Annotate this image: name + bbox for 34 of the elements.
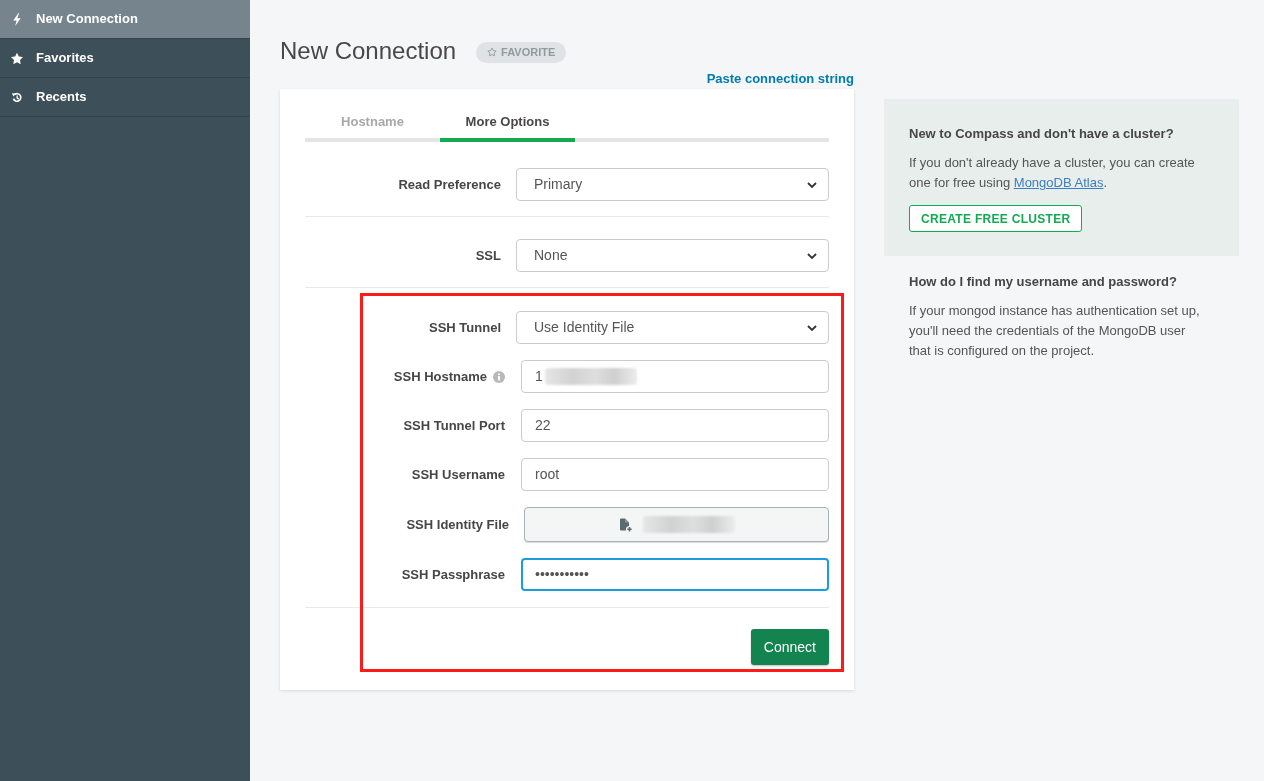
bolt-icon <box>11 12 23 26</box>
password-field[interactable]: ••••••••••• <box>521 558 829 591</box>
input-field[interactable]: 22 <box>521 409 829 442</box>
info-icon[interactable] <box>493 370 505 383</box>
field-label: SSH Tunnel <box>429 318 501 337</box>
select-dropdown[interactable]: Use Identity File <box>516 311 829 344</box>
history-icon <box>11 90 23 104</box>
field-label: Read Preference <box>398 175 501 194</box>
field-label: SSH Username <box>411 465 505 484</box>
field-label: SSH Identity File <box>406 515 509 534</box>
file-picker-button[interactable] <box>524 507 829 542</box>
star-icon <box>11 51 23 65</box>
connect-button[interactable]: Connect <box>750 629 829 665</box>
star-outline-icon <box>487 47 498 57</box>
page-title: New Connection <box>280 36 457 66</box>
field-label: SSH Tunnel Port <box>403 416 505 435</box>
chevron-down-icon <box>807 181 817 188</box>
field-label: SSH Passphrase <box>401 565 505 584</box>
chevron-down-icon <box>807 252 817 259</box>
field-label: SSL <box>475 246 501 265</box>
field-label: SSH Hostname <box>393 367 487 386</box>
help-heading: How do I find my username and password? <box>909 274 1178 290</box>
paste-connection-link[interactable]: Paste connection string <box>706 71 854 87</box>
select-dropdown[interactable]: None <box>516 239 829 272</box>
help-heading: New to Compass and don't have a cluster? <box>909 126 1174 142</box>
input-field[interactable]: root <box>521 458 829 491</box>
select-dropdown[interactable]: Primary <box>516 168 829 201</box>
sidebar-item[interactable]: New Connection <box>0 0 250 39</box>
file-add-icon <box>618 517 633 532</box>
tab[interactable]: More Options <box>440 106 575 142</box>
chevron-down-icon <box>807 324 817 331</box>
help-text: If your mongod instance has authentication set up, you'll need the credentials of the MongoDB user that is configured on the project. <box>909 302 1201 360</box>
help-text: If you don't already have a cluster, you can create one for free using MongoDB Atlas. <box>909 154 1196 192</box>
input-field[interactable]: 1 <box>521 360 829 393</box>
